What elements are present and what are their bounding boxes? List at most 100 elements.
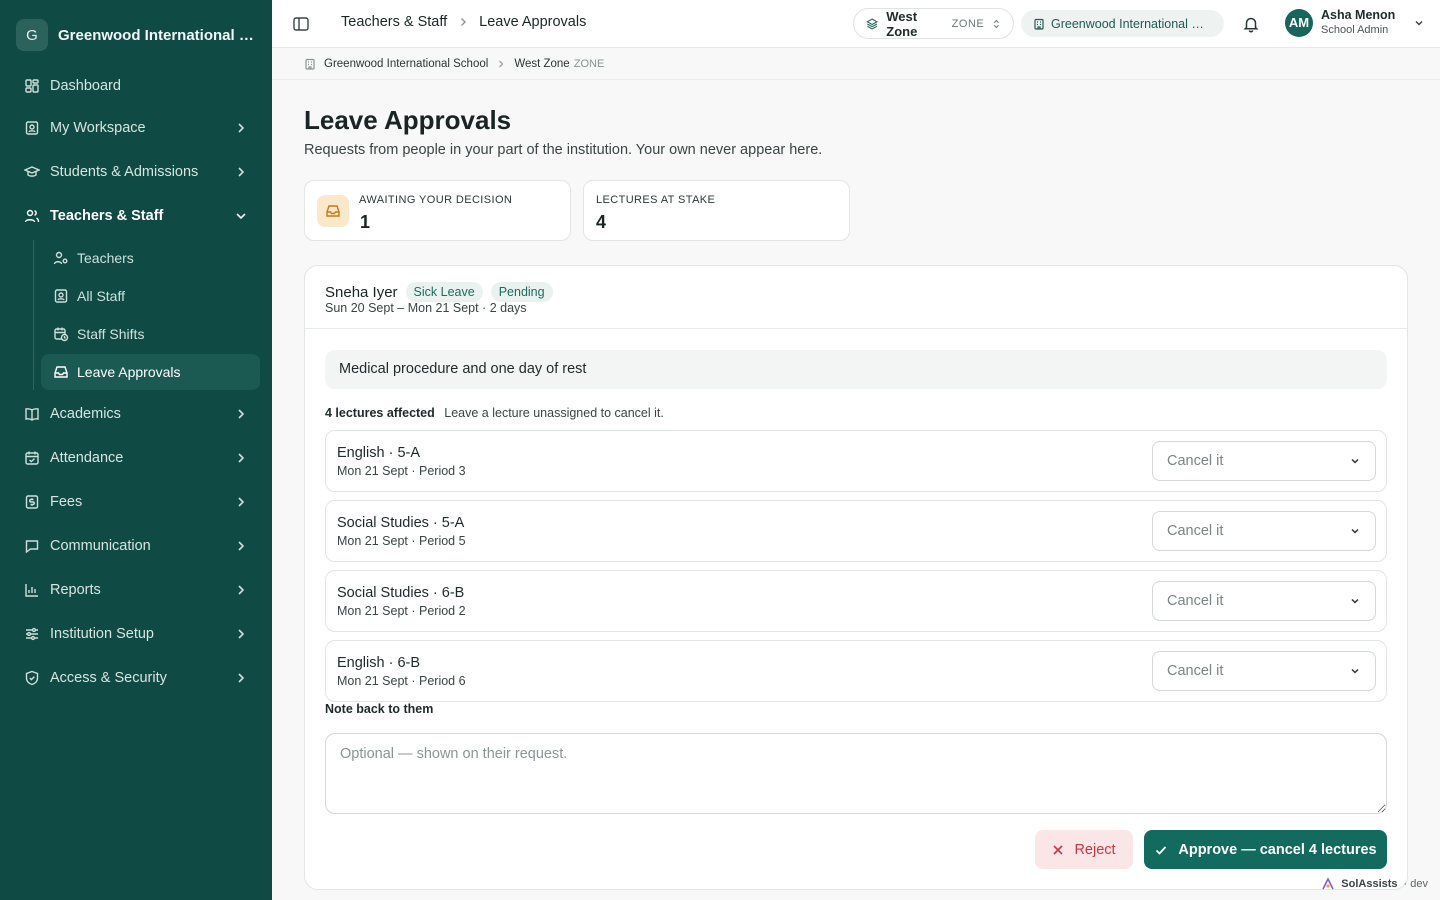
inbox-icon	[54, 366, 68, 378]
note-textarea[interactable]	[325, 733, 1387, 814]
submenu-guide-line	[33, 240, 34, 390]
stat-value: 4	[596, 212, 607, 232]
user-role: School Admin	[1321, 24, 1389, 36]
sidebar-subitem-label: Teachers	[77, 250, 134, 266]
user-gear-icon	[53, 251, 68, 265]
substitute-select[interactable]: Cancel it	[1152, 511, 1376, 551]
chevron-right-icon	[238, 585, 245, 595]
sidebar-subitem-label: All Staff	[77, 288, 125, 304]
chevron-down-icon	[1351, 598, 1359, 604]
sidebar-item-label: Attendance	[50, 450, 124, 466]
substitute-select[interactable]: Cancel it	[1152, 651, 1376, 691]
substitute-select[interactable]: Cancel it	[1152, 441, 1376, 481]
lecture-slot: Mon 21 Sept · Period 2	[337, 604, 466, 618]
sidebar-item-attendance[interactable]: Attendance	[12, 440, 260, 476]
chat-icon	[25, 540, 39, 554]
lecture-row: Social Studies · 6-B Mon 21 Sept · Perio…	[325, 570, 1387, 632]
sidebar-item-dashboard[interactable]: Dashboard	[12, 68, 260, 104]
lecture-name: Social Studies · 5-A	[337, 515, 465, 531]
lecture-slot: Mon 21 Sept · Period 6	[337, 674, 466, 688]
chevron-down-icon	[1415, 20, 1423, 26]
sidebar-subitem-leave-approvals[interactable]: Leave Approvals	[41, 354, 260, 390]
scope-zone: West Zone	[514, 57, 570, 70]
lecture-name: Social Studies · 6-B	[337, 585, 465, 601]
shield-icon	[25, 670, 39, 686]
sidebar-item-label: Teachers & Staff	[50, 208, 164, 224]
affected-hint: Leave a lecture unassigned to cancel it.	[444, 406, 664, 420]
substitute-select[interactable]: Cancel it	[1152, 581, 1376, 621]
sidebar-subitem-staff-shifts[interactable]: Staff Shifts	[41, 316, 260, 352]
affected-summary: 4 lectures affected Leave a lecture unas…	[325, 406, 664, 420]
user-menu[interactable]: AM Asha Menon School Admin	[1285, 8, 1425, 37]
breadcrumb-item[interactable]: Teachers & Staff	[341, 14, 447, 30]
environment-tag: · dev	[1403, 878, 1428, 890]
page-title: Leave Approvals	[304, 105, 512, 135]
leave-type-badge: Sick Leave	[405, 282, 483, 302]
approve-button[interactable]: Approve — cancel 4 lectures	[1144, 830, 1387, 869]
scope-school[interactable]: Greenwood International School	[324, 58, 488, 70]
breadcrumb-current: Leave Approvals	[479, 14, 587, 30]
chevron-right-icon	[238, 167, 245, 177]
dashboard-icon	[25, 79, 39, 93]
building-icon	[1034, 18, 1044, 30]
sidebar-item-label: My Workspace	[50, 120, 146, 136]
sidebar-subitem-label: Leave Approvals	[77, 364, 181, 380]
sidebar-item-communication[interactable]: Communication	[12, 528, 260, 564]
zone-name: West Zone	[886, 8, 918, 39]
lecture-row: English · 6-B Mon 21 Sept · Period 6 Can…	[325, 640, 1387, 702]
select-value: Cancel it	[1167, 593, 1224, 609]
leave-dates: Sun 20 Sept – Mon 21 Sept · 2 days	[325, 301, 527, 315]
stat-awaiting-decision: AWAITING YOUR DECISION 1	[304, 180, 571, 241]
chevron-right-icon	[238, 629, 245, 639]
select-value: Cancel it	[1167, 523, 1224, 539]
zone-selector[interactable]: West Zone ZONE	[853, 8, 1014, 39]
reject-button[interactable]: Reject	[1035, 830, 1133, 869]
sidebar-item-students[interactable]: Students & Admissions	[12, 154, 260, 190]
notification-bell-icon[interactable]	[1242, 15, 1260, 33]
stat-label: LECTURES AT STAKE	[596, 194, 716, 206]
sidebar-item-label: Students & Admissions	[50, 164, 199, 180]
sidebar-item-academics[interactable]: Academics	[12, 396, 260, 432]
affected-count: 4 lectures affected	[325, 406, 435, 420]
approve-label: Approve — cancel 4 lectures	[1178, 841, 1377, 858]
id-badge-icon	[54, 289, 68, 303]
chevron-down-icon	[1351, 528, 1359, 534]
school-selector[interactable]: Greenwood International School	[1021, 10, 1224, 37]
sidebar-toggle-icon[interactable]	[292, 15, 310, 33]
breadcrumb: Teachers & Staff Leave Approvals	[341, 14, 586, 30]
sidebar: G Greenwood International School Dashboa…	[0, 0, 272, 900]
note-label: Note back to them	[325, 702, 434, 716]
lecture-name: English · 6-B	[337, 655, 421, 671]
chevron-down-icon	[1351, 668, 1359, 674]
chevron-down-icon	[1351, 458, 1359, 464]
bar-chart-icon	[25, 584, 38, 597]
sidebar-subitem-teachers[interactable]: Teachers	[41, 240, 260, 276]
org-switcher[interactable]: G Greenwood International School	[16, 19, 260, 51]
sidebar-item-reports[interactable]: Reports	[12, 572, 260, 608]
chevron-updown-icon	[994, 19, 1000, 28]
book-icon	[25, 408, 39, 421]
user-name: Asha Menon	[1321, 8, 1396, 22]
select-value: Cancel it	[1167, 663, 1224, 679]
sidebar-item-teachers-staff[interactable]: Teachers & Staff	[12, 198, 260, 234]
chevron-right-icon	[238, 123, 245, 133]
sidebar-item-my-workspace[interactable]: My Workspace	[12, 110, 260, 146]
chevron-right-icon	[238, 673, 245, 683]
chevron-right-icon	[238, 541, 245, 551]
chevron-down-icon	[236, 213, 246, 220]
org-logo: G	[16, 19, 48, 51]
chevron-right-icon	[238, 453, 245, 463]
sidebar-item-institution-setup[interactable]: Institution Setup	[12, 616, 260, 652]
building-icon	[305, 58, 315, 70]
stat-lectures-at-stake: LECTURES AT STAKE 4	[583, 180, 850, 241]
stat-label: AWAITING YOUR DECISION	[359, 194, 513, 206]
sidebar-item-access-security[interactable]: Access & Security	[12, 660, 260, 696]
sidebar-item-fees[interactable]: Fees	[12, 484, 260, 520]
leave-reason: Medical procedure and one day of rest	[325, 350, 1387, 389]
sidebar-subitem-all-staff[interactable]: All Staff	[41, 278, 260, 314]
lecture-row: English · 5-A Mon 21 Sept · Period 3 Can…	[325, 430, 1387, 492]
org-name: Greenwood International School	[58, 26, 260, 44]
sidebar-item-label: Dashboard	[50, 78, 121, 94]
avatar: AM	[1285, 8, 1313, 37]
scope-breadcrumb: Greenwood International School West Zone…	[272, 48, 1440, 80]
